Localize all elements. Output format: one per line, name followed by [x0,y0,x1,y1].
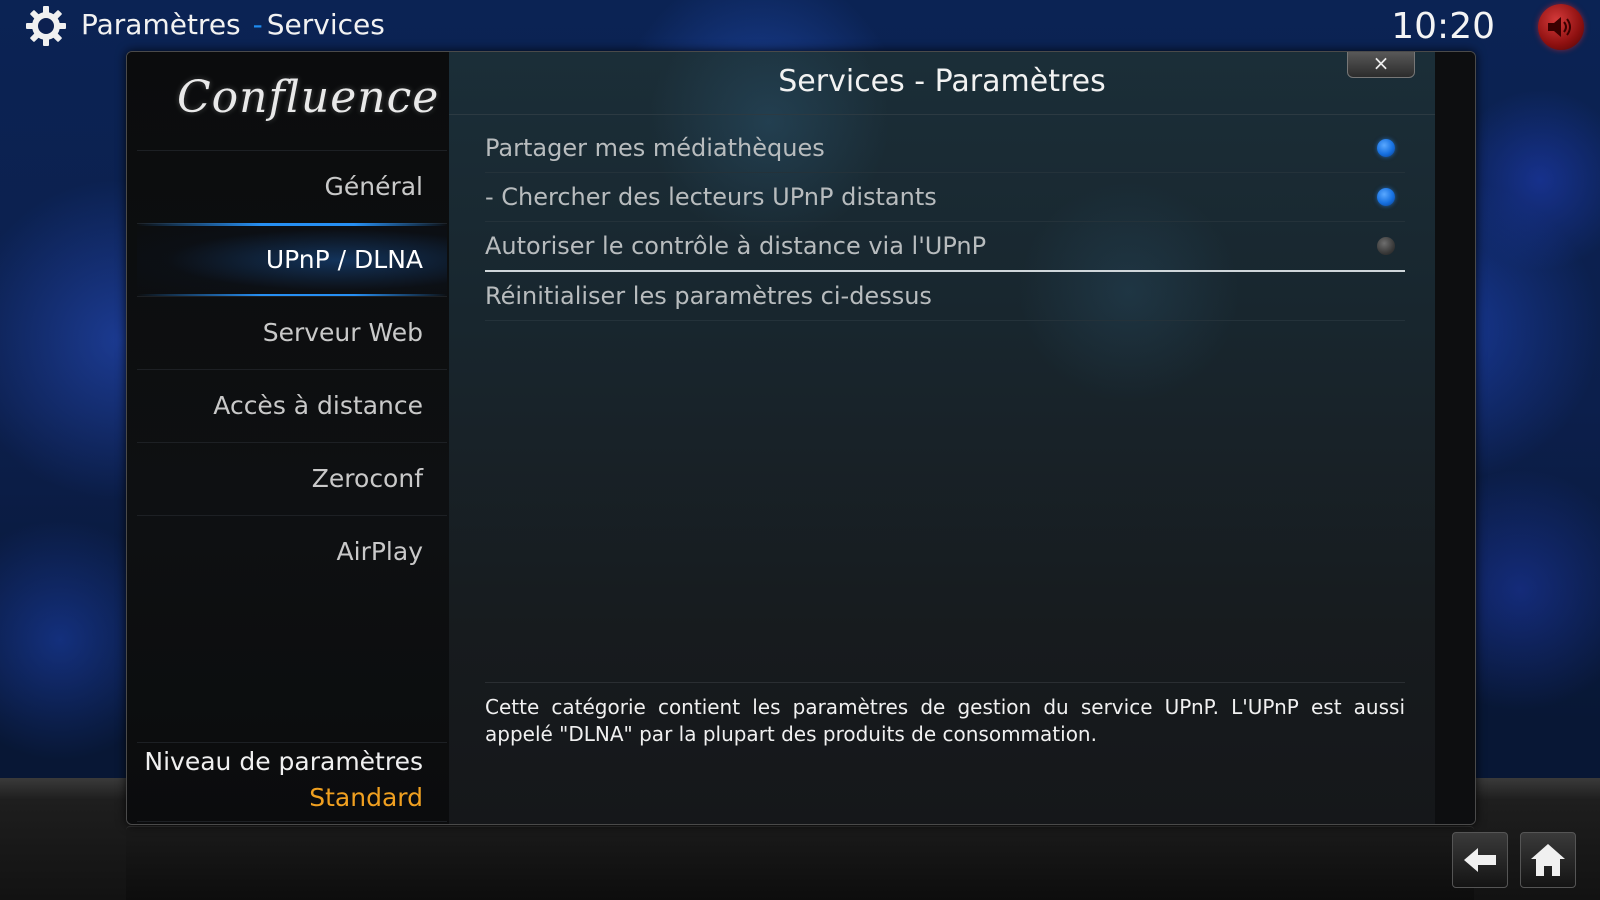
sidebar-item-web-server[interactable]: Serveur Web [137,296,447,369]
setting-allow-remote-control[interactable]: Autoriser le contrôle à distance via l'U… [485,222,1405,272]
close-button[interactable]: × [1347,52,1415,78]
bottom-panel [126,826,1474,900]
title-page: Services [266,8,385,41]
window-title: Paramètres - Services [81,8,385,41]
settings-level-button[interactable]: Niveau de paramètres Standard [137,742,447,822]
toggle-on-icon[interactable] [1377,188,1395,206]
sidebar-item-remote-access[interactable]: Accès à distance [137,369,447,442]
category-description: Cette catégorie contient les paramètres … [485,695,1405,746]
setting-label: - Chercher des lecteurs UPnP distants [485,183,937,211]
confluence-logo: Confluence [177,72,440,123]
scroll-strip [1435,52,1475,824]
title-separator: - [252,8,263,41]
setting-look-for-upnp-players[interactable]: - Chercher des lecteurs UPnP distants [485,173,1405,222]
setting-label: Autoriser le contrôle à distance via l'U… [485,232,987,260]
back-button[interactable] [1452,832,1508,888]
settings-panel: Services - Paramètres Partager mes média… [449,52,1435,824]
setting-share-libraries[interactable]: Partager mes médiathèques [485,124,1405,173]
clock: 10:20 [1391,6,1495,47]
back-arrow-icon [1464,848,1496,872]
setting-label: Réinitialiser les paramètres ci-dessus [485,282,932,310]
toggle-on-icon[interactable] [1377,139,1395,157]
settings-dialog: Confluence Général UPnP / DLNA Serveur W… [126,51,1476,825]
setting-label: Partager mes médiathèques [485,134,825,162]
setting-reset-above[interactable]: Réinitialiser les paramètres ci-dessus [485,272,1405,321]
settings-level-label: Niveau de paramètres [144,747,423,776]
description-divider [485,682,1405,683]
dialog-title: Services - Paramètres [778,64,1106,99]
settings-list: Partager mes médiathèques - Chercher des… [485,124,1405,321]
home-icon [1531,844,1565,876]
sidebar-item-airplay[interactable]: AirPlay [137,515,447,588]
volume-muted-icon[interactable] [1538,4,1584,50]
title-section: Paramètres [81,8,241,41]
sidebar: Confluence Général UPnP / DLNA Serveur W… [127,52,449,824]
title-divider [449,114,1435,115]
sidebar-nav: Général UPnP / DLNA Serveur Web Accès à … [137,150,447,588]
gear-icon [24,4,68,48]
sidebar-item-general[interactable]: Général [137,150,447,223]
sidebar-item-upnp-dlna[interactable]: UPnP / DLNA [137,223,447,297]
settings-level-value: Standard [309,783,423,812]
sidebar-item-zeroconf[interactable]: Zeroconf [137,442,447,515]
toggle-off-icon[interactable] [1377,237,1395,255]
home-button[interactable] [1520,832,1576,888]
